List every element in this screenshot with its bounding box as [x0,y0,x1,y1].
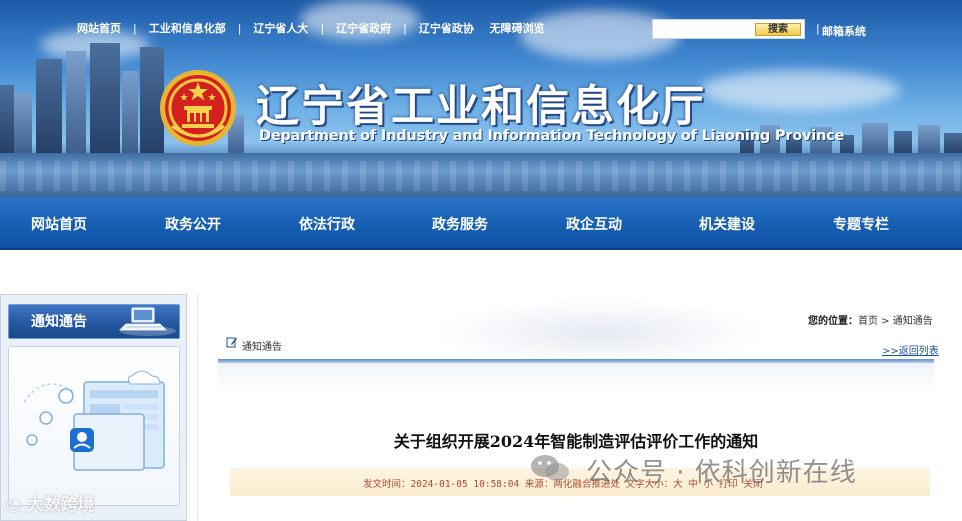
nav-item-home[interactable]: 网站首页 [31,214,87,234]
top-link-home[interactable]: 网站首页 [77,20,121,36]
breadcrumb-label: 您的位置： [808,316,858,327]
divider: | [133,21,137,35]
top-link-gov[interactable]: 辽宁省政府 [336,20,391,36]
divider: | [320,21,325,35]
nav-item-agency[interactable]: 机关建设 [699,214,755,234]
divider: | [403,21,407,35]
article-title: 关于组织开展2024年智能制造评估评价工作的通知 [393,432,759,451]
search-box: 搜索 [652,19,805,39]
nav-item-law-admin[interactable]: 依法行政 [299,214,355,234]
nav-item-services[interactable]: 政务服务 [432,214,488,234]
watermark-left-text: 大数跨境 [26,495,95,515]
site-title: 辽宁省工业和信息化厅 [256,82,706,132]
divider: | [816,22,820,35]
breadcrumb: 您的位置：首页 > 通知通告 [808,312,933,327]
mail-system-link[interactable]: 邮箱系统 [822,23,866,39]
notice-illustration-icon [23,370,165,471]
back-to-list-link[interactable]: >>返回列表 [882,342,939,357]
watermark-text: 公众号 · 依科创新在线 [586,458,857,488]
divider: | [237,21,242,35]
watermark-left: ◔ 大数跨境 [6,490,95,515]
watermark-logo-icon: ◔ [6,495,21,515]
top-links: 网站首页 | 工业和信息化部 | 辽宁省人大 | 辽宁省政府 | 辽宁省政协 |… [77,20,545,36]
search-input[interactable] [655,22,751,36]
section-divider-fade [218,363,934,393]
section-label: 通知通告 [242,342,282,353]
nav-item-interaction[interactable]: 政企互动 [566,214,622,234]
edit-icon [226,337,237,348]
nav-item-gov-affairs[interactable]: 政务公开 [165,214,221,234]
site-subtitle: Department of Industry and Information T… [259,128,845,144]
breadcrumb-path[interactable]: 首页 > 通知通告 [858,316,933,327]
national-emblem-icon [160,70,236,146]
search-button[interactable]: 搜索 [755,23,801,36]
laptop-icon [119,307,176,336]
nav-item-topics[interactable]: 专题专栏 [833,214,889,234]
spacer-strip [0,250,962,285]
main-nav: 网站首页 政务公开 依法行政 政务服务 政企互动 机关建设 专题专栏 [0,197,962,250]
top-link-cppcc[interactable]: 辽宁省政协 [419,20,474,36]
world-map-decoration [430,298,770,368]
top-link-npc[interactable]: 辽宁省人大 [253,20,308,36]
wechat-icon [531,455,569,481]
river-reflection [0,153,962,197]
sidebar-title: 通知通告 [31,314,87,330]
top-link-accessibility[interactable]: 无障碍浏览 [490,20,545,36]
spacer: | [480,22,484,35]
top-link-miit[interactable]: 工业和信息化部 [149,20,226,36]
